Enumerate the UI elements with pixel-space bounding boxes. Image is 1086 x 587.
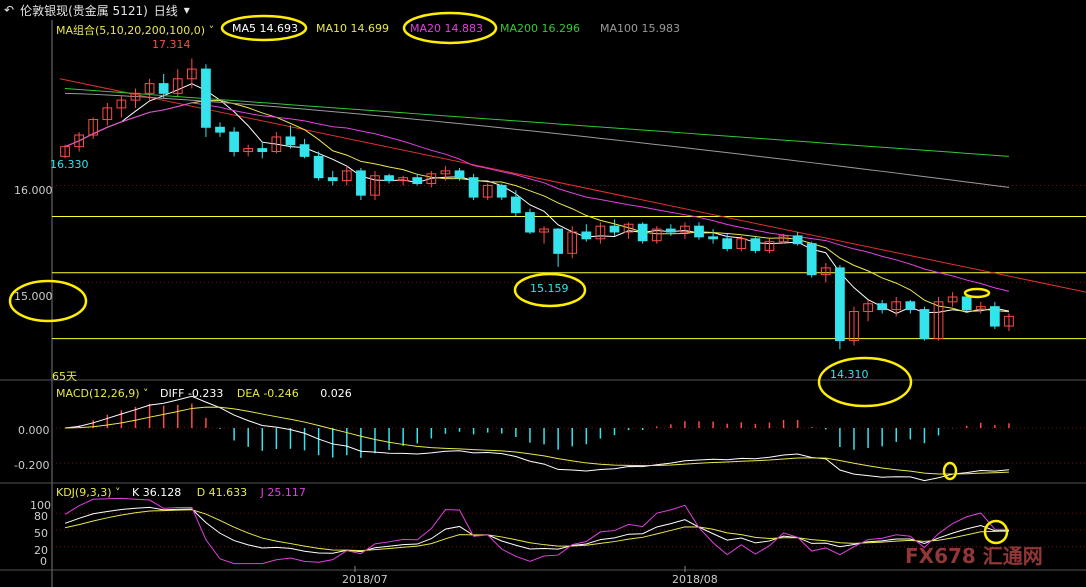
candle-body [877, 303, 888, 311]
kdj-y-tick: 0 [40, 555, 47, 568]
macd-dea-value: DEA -0.246 [236, 387, 299, 400]
macd-y-tick: -0.200 [14, 459, 50, 472]
candle-body [299, 144, 310, 157]
back-arrow-icon[interactable]: ↶ [4, 3, 14, 17]
candle-body [356, 170, 366, 196]
candle-body [905, 301, 916, 311]
day-count-label: 65天 [52, 370, 77, 383]
highlight-circle [963, 287, 991, 299]
candle-body [792, 235, 803, 245]
highlight-circle [942, 461, 958, 481]
candle-body [511, 196, 521, 214]
candle-body [637, 223, 648, 242]
highlight-circle [817, 356, 913, 408]
low2-annotation: 14.310 [830, 368, 869, 381]
kdj-y-tick: 50 [34, 527, 48, 540]
ma10-line [64, 100, 1010, 313]
candle-body [313, 155, 324, 179]
ma10-value: MA10 14.699 [316, 22, 389, 35]
candle-body [412, 177, 423, 185]
x-axis-label: 2018/08 [672, 573, 718, 586]
candle-body [990, 306, 1000, 327]
low1-annotation: 15.159 [530, 282, 569, 295]
macd-legend: MACD(12,26,9) ˅ DIFF -0.233 DEA -0.246 0… [56, 387, 352, 400]
chart-toolbar: ↶ 伦敦银现(贵金属 5121) 日线 ▾ [0, 0, 1086, 20]
macd-diff-value: DIFF -0.233 [160, 387, 224, 400]
candle-body [553, 228, 563, 254]
kdj-y-tick: 80 [34, 510, 48, 523]
candle-body [285, 136, 296, 146]
kdj-k-value: K 36.128 [132, 486, 182, 499]
candle-body [496, 184, 507, 198]
candle-body [525, 212, 535, 233]
chevron-down-icon[interactable]: ˅ [115, 486, 121, 499]
candle-body [722, 238, 733, 249]
y-tick-label: 15.000 [14, 290, 53, 303]
macd-value: 0.026 [320, 387, 352, 400]
instrument-title: 伦敦银现(贵金属 5121) [20, 3, 148, 18]
candle-body [468, 177, 479, 198]
candle-body [665, 228, 676, 233]
candle-body [384, 175, 394, 182]
candle-body [327, 177, 338, 182]
candle-body [961, 296, 972, 311]
kdj-legend: KDJ(9,3,3) ˅ K 36.128 D 41.633 J 25.117 [56, 486, 306, 499]
ma200-value: MA200 16.296 [500, 22, 580, 35]
candle-body [158, 83, 169, 94]
ma5-value: MA5 14.693 [232, 22, 298, 35]
candle-body [257, 148, 268, 153]
candle-body [454, 170, 465, 179]
ma20-line [64, 102, 1010, 292]
macd-legend-label[interactable]: MACD(12,26,9) [56, 387, 140, 400]
ma100-value: MA100 15.983 [600, 22, 680, 35]
candle-body [694, 225, 704, 238]
kdj-j-line [64, 497, 1009, 565]
high-annotation: 17.314 [152, 38, 191, 51]
candle-body [229, 131, 239, 153]
ma-legend: MA组合(5,10,20,200,100,0) ˅ [56, 22, 214, 38]
chevron-down-icon[interactable]: ˅ [209, 24, 215, 37]
candle-body [609, 225, 620, 233]
macd-y-tick: 0.000 [18, 424, 50, 437]
chevron-down-icon[interactable]: ▾ [184, 3, 190, 17]
candle-body [806, 243, 817, 276]
candle-body [215, 126, 225, 133]
watermark-logo: FX678 汇通网 [905, 544, 1043, 568]
chevron-down-icon[interactable]: ˅ [143, 387, 149, 400]
kdj-j-value: J 25.117 [260, 486, 306, 499]
kdj-legend-label[interactable]: KDJ(9,3,3) [56, 486, 112, 499]
candle-body [919, 309, 930, 340]
candle-body [581, 231, 592, 240]
period-selector[interactable]: 日线 [154, 2, 178, 19]
candle-body [201, 68, 211, 128]
ma20-value: MA20 14.883 [410, 22, 483, 35]
start-annotation: 16.330 [50, 158, 89, 171]
kdj-d-value: D 41.633 [196, 486, 248, 499]
x-axis-label: 2018/07 [342, 573, 388, 586]
candle-body [835, 267, 845, 342]
y-tick-label: 16.000 [14, 184, 53, 197]
ma-legend-label[interactable]: MA组合(5,10,20,200,100,0) [56, 24, 205, 37]
candle-body [708, 236, 718, 240]
candle-body [750, 238, 761, 251]
